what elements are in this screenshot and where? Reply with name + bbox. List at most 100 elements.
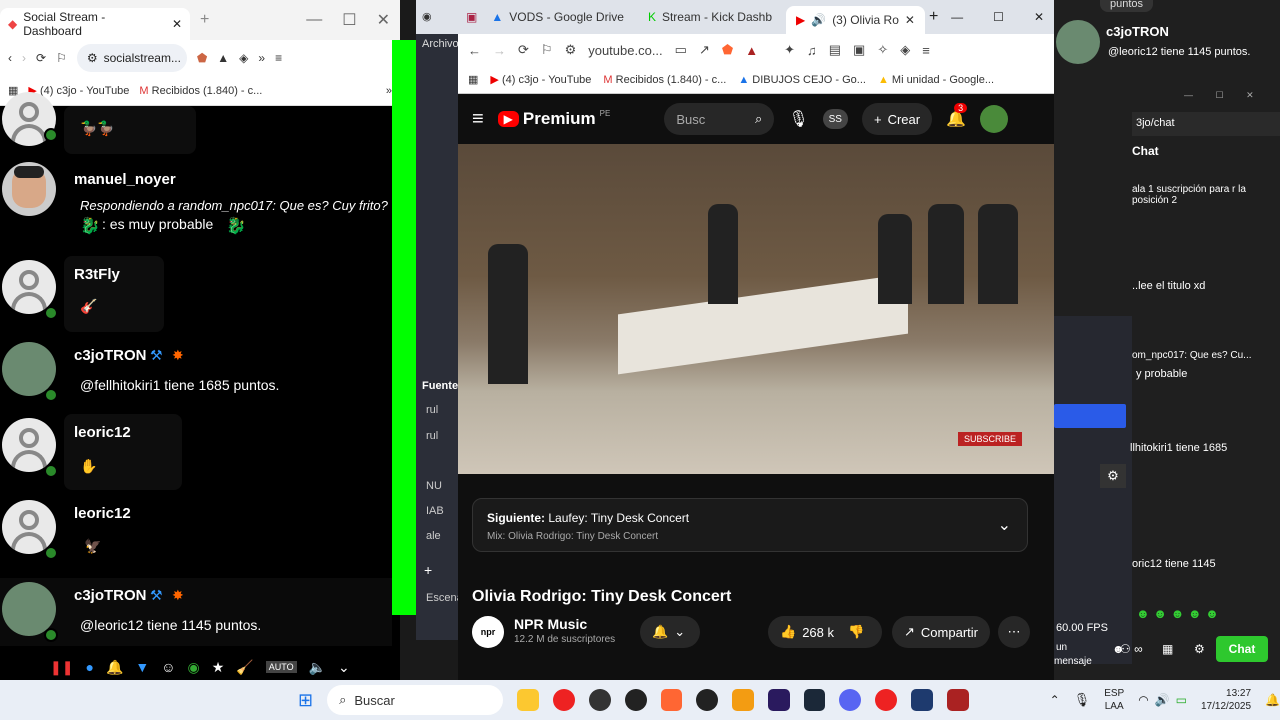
obs-active-item[interactable] <box>1054 404 1126 428</box>
bookmark-icon[interactable]: ⚐ <box>541 42 553 58</box>
overlay-address-bar[interactable]: 3jo/chat <box>1132 112 1280 136</box>
media-app-icon[interactable] <box>553 689 576 711</box>
bookmark-gmail[interactable]: M Recibidos (1.840) - c... <box>139 85 262 97</box>
vpn-app-icon[interactable] <box>732 689 754 711</box>
up-next-panel[interactable]: Siguiente: Laufey: Tiny Desk Concert Mix… <box>472 498 1028 552</box>
tab-youtube[interactable]: ▶ 🔊 (3) Olivia Ro ✕ <box>786 6 925 34</box>
more-actions-button[interactable]: ⋯ <box>998 616 1030 648</box>
chevron-down-icon[interactable]: ⌄ <box>998 515 1011 535</box>
menu-icon[interactable]: ≡ <box>275 51 282 65</box>
microphone-icon[interactable]: 🎙 <box>1074 692 1091 708</box>
chat-button[interactable]: Chat <box>1216 636 1268 662</box>
cast-icon[interactable]: ▭ <box>675 42 687 58</box>
vpn-icon[interactable]: ◈ <box>900 42 910 58</box>
filter-icon[interactable]: ▼ <box>135 659 149 675</box>
file-explorer-icon[interactable] <box>517 689 540 711</box>
apps-icon[interactable]: ▦ <box>468 73 478 86</box>
share-icon[interactable]: ↗ <box>699 42 710 58</box>
photoshop-icon[interactable] <box>911 689 933 711</box>
address-bar[interactable]: ⚙ socialstream... <box>76 44 187 72</box>
maximize-icon[interactable]: ☐ <box>342 10 356 30</box>
more-icon[interactable]: » <box>258 51 265 65</box>
media-icon[interactable]: ♫ <box>807 43 817 58</box>
extension-icon-2[interactable]: ▲ <box>217 51 229 65</box>
close-icon[interactable]: ✕ <box>1246 90 1254 100</box>
close-icon[interactable]: ✕ <box>905 13 915 27</box>
source-item[interactable]: NU <box>426 480 442 492</box>
tab-vods[interactable]: ▲ VODS - Google Drive <box>481 3 634 31</box>
search-input[interactable]: Busc ⌕ <box>664 103 775 135</box>
sidebar-icon[interactable]: ▤ <box>829 42 841 58</box>
source-item[interactable]: ale <box>426 530 441 542</box>
settings-icon[interactable]: ⚙ <box>1194 642 1205 656</box>
steam-icon[interactable] <box>803 689 826 711</box>
back-icon[interactable]: ← <box>468 43 481 58</box>
tray-chevron-icon[interactable]: ⌃ <box>1050 693 1060 707</box>
maximize-icon[interactable]: ☐ <box>1216 90 1224 100</box>
app-icon-2[interactable] <box>946 689 969 711</box>
notifications-icon[interactable]: 🔔 3 <box>946 103 968 129</box>
obs-menu[interactable]: Archivo <box>416 34 460 54</box>
source-item[interactable]: rul <box>426 404 438 416</box>
url-text[interactable]: youtube.co... <box>588 43 662 58</box>
wifi-icon[interactable]: ◠ <box>1138 693 1148 707</box>
group-icon[interactable]: ⚇ ∞ <box>1120 642 1143 656</box>
account-avatar[interactable] <box>980 105 1009 133</box>
extensions-icon[interactable]: ✦ <box>784 42 795 58</box>
menu-icon[interactable]: ≡ <box>922 43 930 58</box>
language-indicator[interactable]: ESP LAA <box>1104 687 1124 713</box>
4k-app-icon[interactable] <box>696 689 719 711</box>
app-icon[interactable] <box>624 689 647 711</box>
emoji-icon[interactable]: ☺ <box>161 659 175 675</box>
close-window-icon[interactable]: ✕ <box>377 10 390 30</box>
forward-icon[interactable]: → <box>493 43 506 58</box>
youtube-logo[interactable]: ▶ Premium PE <box>497 109 610 129</box>
forward-icon[interactable]: › <box>22 51 26 65</box>
new-tab-icon[interactable]: + <box>200 11 209 29</box>
close-window-icon[interactable]: ✕ <box>1034 10 1044 24</box>
channel-avatar[interactable]: npr <box>472 616 504 648</box>
bookmark-dibujos[interactable]: ▲ DIBUJOS CEJO - Go... <box>738 74 866 86</box>
subscribe-bell-button[interactable]: 🔔 ⌄ <box>640 616 700 648</box>
battery-icon[interactable]: ▭ <box>1176 693 1187 707</box>
new-tab-icon[interactable]: + <box>929 8 938 26</box>
brave-icon[interactable]: ⬟ <box>722 42 733 58</box>
obs-tab[interactable]: ◉ <box>416 0 460 34</box>
xbox-icon[interactable]: ◉ <box>188 659 200 676</box>
pause-icon[interactable]: ❚❚ <box>50 659 73 676</box>
channel-name[interactable]: NPR Music <box>514 616 587 632</box>
reload-icon[interactable]: ⟳ <box>518 42 529 58</box>
gear-icon[interactable]: ⚙ <box>1100 464 1126 488</box>
rewards-icon[interactable]: ▲ <box>745 43 758 58</box>
extension-icon[interactable]: ⬟ <box>197 51 207 65</box>
shield-icon[interactable]: ◈ <box>239 51 248 65</box>
like-button[interactable]: 👍 268 k 👎 <box>768 616 882 648</box>
minimize-icon[interactable]: — <box>951 10 963 24</box>
microphone-icon[interactable]: 🎙 <box>788 109 808 129</box>
reload-icon[interactable]: ⟳ <box>36 51 46 65</box>
wallet-icon[interactable]: ▣ <box>853 42 865 58</box>
thumbs-down-icon[interactable]: 👎 <box>848 624 864 640</box>
volume-icon[interactable]: 🔊 <box>1155 693 1170 707</box>
opera-icon[interactable] <box>875 689 898 711</box>
clock[interactable]: 13:27 17/12/2025 <box>1201 687 1251 713</box>
obs-icon[interactable] <box>589 689 611 711</box>
tab-search-icon[interactable]: ▣ <box>466 10 477 24</box>
premiere-icon[interactable] <box>767 689 790 711</box>
share-button[interactable]: ↗ Compartir <box>892 616 990 648</box>
store-icon[interactable]: ▦ <box>1162 642 1173 656</box>
create-button[interactable]: + Crear <box>861 103 933 135</box>
brave-icon[interactable] <box>660 689 683 711</box>
tab-kick[interactable]: K Stream - Kick Dashb <box>638 3 782 31</box>
ss-badge[interactable]: SS <box>822 109 848 129</box>
notifications-icon[interactable]: 🔔 <box>1265 693 1280 707</box>
leo-icon[interactable]: ✧ <box>877 42 888 58</box>
bookmark-icon[interactable]: ⚐ <box>56 51 67 65</box>
chevron-down-icon[interactable]: ⌄ <box>338 659 350 676</box>
message-input-placeholder[interactable]: mensaje <box>1054 656 1092 667</box>
star-icon[interactable]: ★ <box>212 659 225 676</box>
minimize-icon[interactable]: — <box>306 11 322 29</box>
video-player[interactable]: SUBSCRIBE <box>458 144 1054 474</box>
volume-icon[interactable]: 🔈 <box>309 659 326 676</box>
minimize-icon[interactable]: — <box>1184 90 1193 100</box>
